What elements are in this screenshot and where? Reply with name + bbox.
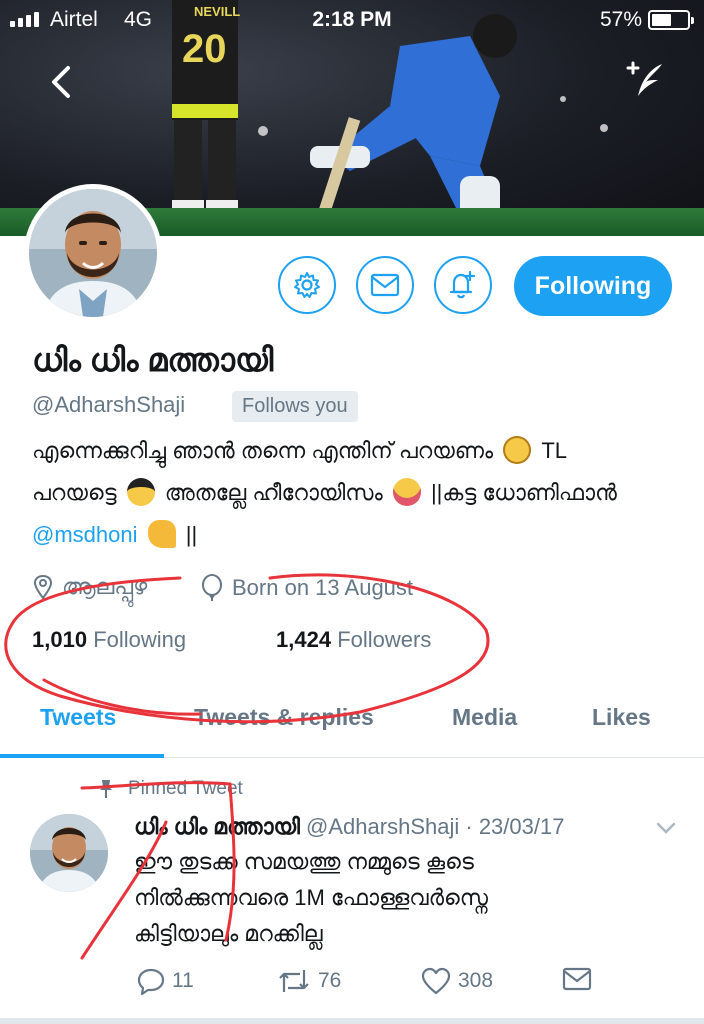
bio-text: || xyxy=(185,522,198,547)
bio-text: എന്നെക്കുറിച്ചു ഞാൻ തന്നെ എന്തിന് പറയണം xyxy=(32,438,494,463)
envelope-icon xyxy=(370,273,400,297)
tab-likes[interactable]: Likes xyxy=(592,704,651,731)
tweet-date: · 23/03/17 xyxy=(465,814,565,839)
status-bar: Airtel 4G 2:18 PM 57% xyxy=(0,0,704,40)
bio-mention-link[interactable]: @msdhoni xyxy=(32,522,138,547)
bio-text: TL xyxy=(541,438,568,463)
tweet-text-line: കിട്ടിയാലും മറക്കില്ല xyxy=(134,921,323,946)
tab-media[interactable]: Media xyxy=(452,704,517,731)
bio-text: അതല്ലേ ഹീറോയിസം xyxy=(164,480,383,505)
tweet-header: ധിം ധിം മത്തായി @AdharshShaji · 23/03/17 xyxy=(134,814,564,840)
nerd-face-emoji-icon xyxy=(503,436,532,464)
heart-icon xyxy=(421,967,451,995)
active-tab-indicator xyxy=(0,754,164,758)
follows-you-badge: Follows you xyxy=(232,391,358,422)
profile-tabs: Tweets Tweets & replies Media Likes xyxy=(0,690,704,758)
battery-percent: 57% xyxy=(599,8,642,31)
tweet-author-name[interactable]: ധിം ധിം മത്തായി xyxy=(134,814,300,839)
location-pin-icon xyxy=(33,574,53,600)
bell-plus-icon xyxy=(449,270,476,299)
profile-avatar[interactable] xyxy=(24,184,162,322)
like-button[interactable]: 308 xyxy=(420,966,493,996)
following-count-link[interactable]: 1,010 Following xyxy=(32,627,186,653)
direct-message-button[interactable] xyxy=(562,966,592,992)
profile-location: ആലപ്പുഴ xyxy=(32,574,147,600)
pinned-text: Pinned Tweet xyxy=(128,778,243,799)
gear-icon xyxy=(294,272,320,298)
sunglasses-emoji-icon xyxy=(126,478,155,506)
tweet-actions: 11 76 308 xyxy=(0,966,704,1002)
birthday-text: Born on 13 August xyxy=(232,575,414,600)
tweet-text-line: ഈ തുടക്ക സമയത്തു നമ്മുടെ കൂടെ xyxy=(134,849,474,874)
clock: 2:18 PM xyxy=(312,8,392,31)
flexed-biceps-emoji-icon xyxy=(147,520,176,548)
bottom-divider xyxy=(0,1018,704,1024)
following-button[interactable]: Following xyxy=(514,256,672,316)
pinned-tweet-label: Pinned Tweet xyxy=(98,778,243,800)
followers-count: 1,424 xyxy=(276,627,332,652)
bio-text: പറയട്ടെ xyxy=(32,480,117,505)
retweet-button[interactable]: 76 xyxy=(276,966,341,996)
back-chevron-icon[interactable] xyxy=(44,62,78,102)
profile-birthday: Born on 13 August xyxy=(200,574,413,602)
following-count: 1,010 xyxy=(32,627,88,652)
followers-count-link[interactable]: 1,424 Followers xyxy=(276,627,431,653)
followers-label: Followers xyxy=(337,627,432,652)
pin-icon xyxy=(100,780,112,798)
bio-text: ||കട്ട ധോണിഫാൻ xyxy=(430,480,617,505)
tweet-text: ഈ തുടക്ക സമയത്തു നമ്മുടെ കൂടെ നിൽക്കുന്ന… xyxy=(134,844,654,952)
envelope-icon xyxy=(562,967,592,991)
tweet-author-handle[interactable]: @AdharshShaji xyxy=(306,814,459,839)
profile-display-name: ധിം ധിം മത്തായി xyxy=(32,342,274,378)
battery-icon xyxy=(648,10,694,30)
reply-button[interactable]: 11 xyxy=(136,966,194,996)
tweet-author-avatar[interactable] xyxy=(30,814,108,892)
reply-bubble-icon xyxy=(137,968,165,996)
profile-bio: എന്നെക്കുറിച്ചു ഞാൻ തന്നെ എന്തിന് പറയണം … xyxy=(32,430,682,556)
message-button[interactable] xyxy=(356,256,414,314)
tab-tweets-replies[interactable]: Tweets & replies xyxy=(194,704,374,731)
tab-tweets[interactable]: Tweets xyxy=(40,704,116,731)
notifications-button[interactable] xyxy=(434,256,492,314)
like-count: 308 xyxy=(458,969,494,992)
retweet-icon xyxy=(279,970,309,992)
retweet-count: 76 xyxy=(318,969,342,992)
profile-handle: @AdharshShaji xyxy=(32,392,186,417)
chevron-down-icon[interactable] xyxy=(654,818,678,838)
settings-button[interactable] xyxy=(278,256,336,314)
balloon-icon xyxy=(202,574,222,601)
tweet-text-line: നിൽക്കുന്നവരെ 1M ഫോള്ളവർസ്നെ xyxy=(134,885,488,910)
winking-tongue-emoji-icon xyxy=(392,478,421,506)
reply-count: 11 xyxy=(172,969,194,992)
banner-player-2 xyxy=(310,14,517,236)
compose-tweet-icon[interactable] xyxy=(622,60,668,100)
location-text: ആലപ്പുഴ xyxy=(62,574,148,599)
following-label: Following xyxy=(93,627,187,652)
